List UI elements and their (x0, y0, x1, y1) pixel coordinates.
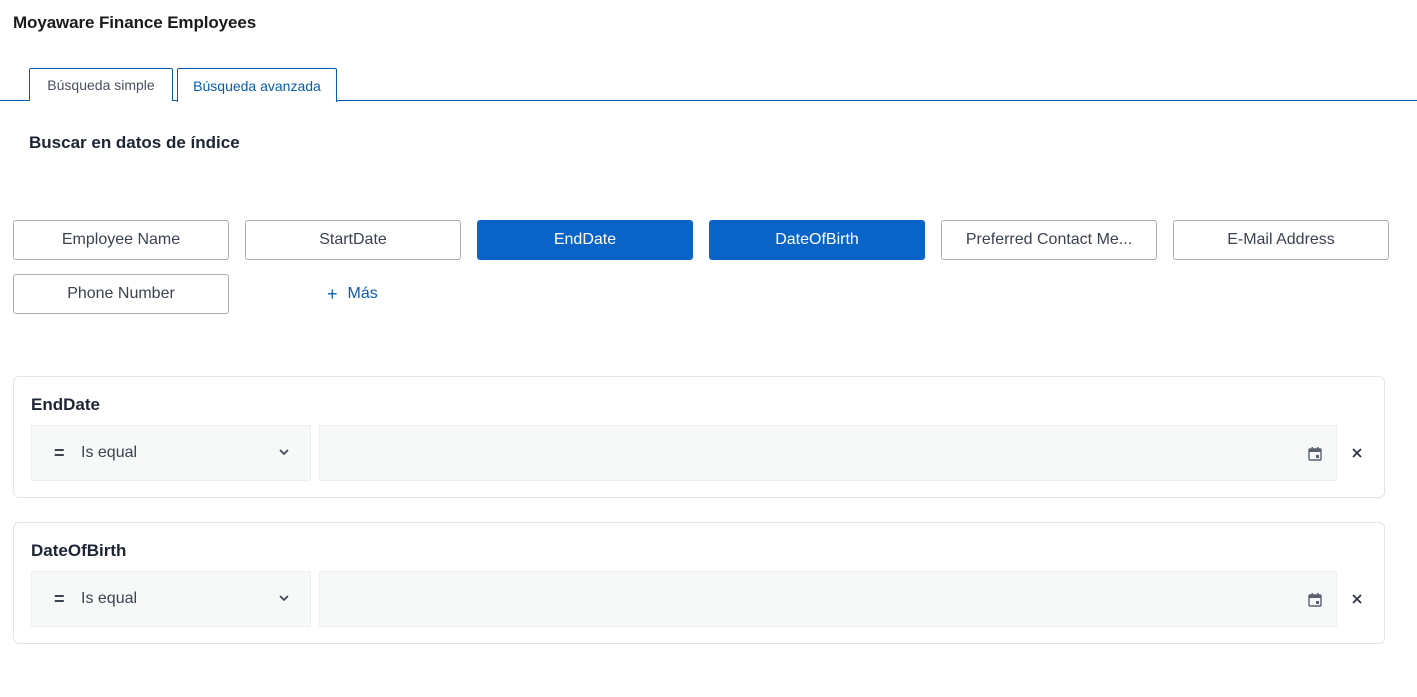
field-chip-preferred-contact[interactable]: Preferred Contact Me... (941, 220, 1157, 260)
section-title: Buscar en datos de índice (29, 133, 240, 152)
more-fields-button[interactable]: + Más (327, 282, 378, 306)
tab-simple-search[interactable]: Búsqueda simple (29, 68, 173, 101)
date-input[interactable] (320, 426, 1336, 480)
equals-icon: = (54, 442, 65, 463)
date-input[interactable] (320, 572, 1336, 626)
app-title: Moyaware Finance Employees (13, 13, 257, 32)
field-chip-phone-number[interactable]: Phone Number (13, 274, 229, 314)
chevron-down-icon (279, 449, 289, 456)
field-chip-employee-name[interactable]: Employee Name (13, 220, 229, 260)
plus-icon: + (327, 284, 338, 304)
field-chip-end-date[interactable]: EndDate (477, 220, 693, 260)
chevron-down-icon (279, 595, 289, 602)
operator-label: Is equal (81, 444, 138, 461)
search-tabs: Búsqueda simple Búsqueda avanzada (0, 68, 1417, 102)
calendar-icon[interactable] (1307, 592, 1323, 608)
filter-title: DateOfBirth (31, 541, 127, 560)
equals-icon: = (54, 588, 65, 609)
close-icon[interactable] (1350, 592, 1364, 606)
more-fields-label: Más (347, 285, 378, 302)
calendar-icon[interactable] (1307, 446, 1323, 462)
field-chip-start-date[interactable]: StartDate (245, 220, 461, 260)
field-chip-date-of-birth[interactable]: DateOfBirth (709, 220, 925, 260)
filter-panel-end-date: EndDate = Is equal (13, 376, 1385, 498)
close-icon[interactable] (1350, 446, 1364, 460)
operator-select[interactable]: = Is equal (31, 571, 311, 627)
tab-advanced-search[interactable]: Búsqueda avanzada (177, 68, 337, 102)
field-chip-email-address[interactable]: E-Mail Address (1173, 220, 1389, 260)
date-input-field[interactable] (319, 425, 1337, 481)
operator-label: Is equal (81, 590, 138, 607)
filter-title: EndDate (31, 395, 100, 414)
date-input-field[interactable] (319, 571, 1337, 627)
filter-panel-date-of-birth: DateOfBirth = Is equal (13, 522, 1385, 644)
advanced-search-page: Moyaware Finance Employees Búsqueda simp… (0, 0, 1417, 697)
operator-select[interactable]: = Is equal (31, 425, 311, 481)
